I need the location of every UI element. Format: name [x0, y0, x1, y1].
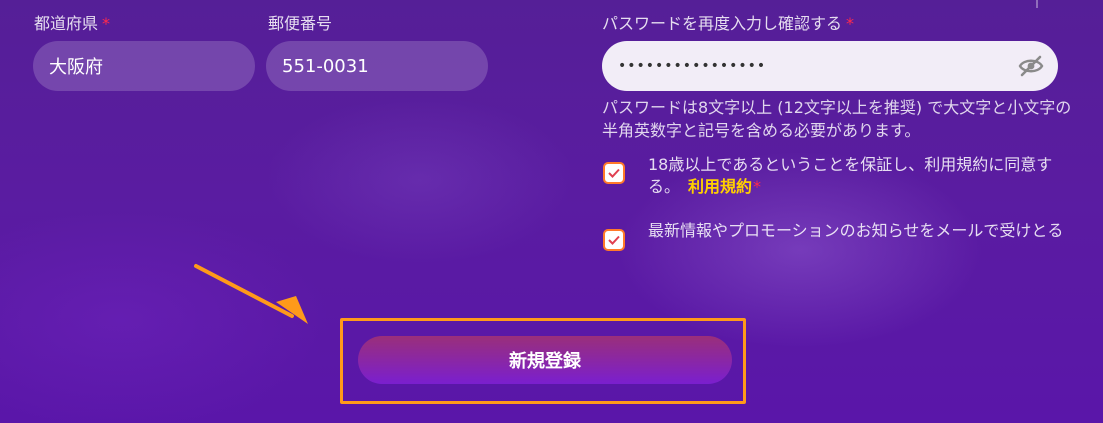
age-terms-text: 18歳以上であるということを保証し、利用規約に同意する。 利用規約* [648, 155, 1053, 196]
newsletter-text: 最新情報やプロモーションのお知らせをメールで受けとる [648, 221, 1064, 240]
terms-link[interactable]: 利用規約 [688, 177, 752, 196]
password-confirm-label: パスワードを再度入力し確認する * [602, 14, 855, 33]
check-icon [608, 168, 620, 178]
check-icon [608, 235, 620, 245]
register-button[interactable]: 新規登録 [358, 336, 732, 384]
divider [1036, 0, 1038, 8]
postal-code-label: 郵便番号 [268, 14, 333, 33]
password-hint: パスワードは8文字以上 (12文字以上を推奨) で大文字と小文字の半角英数字と記… [602, 98, 1072, 140]
annotation-arrow-icon [194, 264, 308, 324]
newsletter-checkbox[interactable] [603, 229, 625, 251]
prefecture-field[interactable]: 大阪府 [33, 41, 255, 91]
postal-code-field[interactable]: 551-0031 [266, 41, 488, 91]
register-button-label: 新規登録 [509, 351, 581, 372]
prefecture-label: 都道府県 * [34, 14, 111, 33]
age-terms-checkbox[interactable] [603, 162, 625, 184]
eye-off-icon[interactable] [1018, 54, 1044, 78]
postal-code-value: 551-0031 [282, 55, 369, 77]
prefecture-value: 大阪府 [49, 57, 103, 78]
password-mask: •••••••••••••••• [618, 58, 767, 74]
password-confirm-field[interactable]: •••••••••••••••• [602, 41, 1058, 91]
